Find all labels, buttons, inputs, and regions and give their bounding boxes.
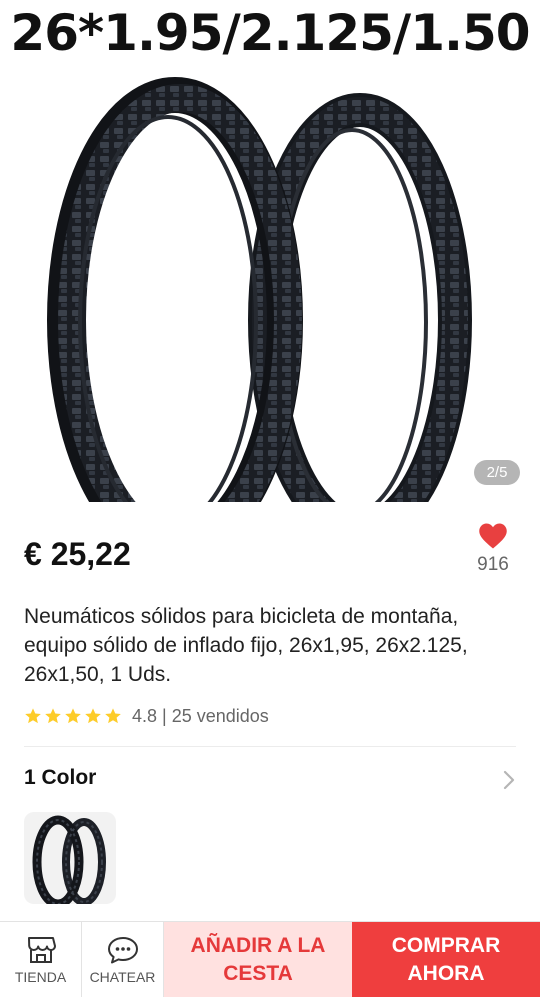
bottom-action-bar: TIENDA CHATEAR AÑADIR A LA CESTA COMPRAR… — [0, 921, 540, 997]
star-icon — [45, 708, 61, 724]
store-label: TIENDA — [14, 968, 67, 985]
store-button[interactable]: TIENDA — [0, 922, 82, 997]
rating-and-sales: 4.8 | 25 vendidos — [132, 705, 269, 726]
chat-label: CHATEAR — [89, 968, 156, 985]
chat-button[interactable]: CHATEAR — [82, 922, 164, 997]
product-price: € 25,22 — [24, 536, 131, 572]
color-variant-thumbnail[interactable] — [24, 812, 116, 904]
rating-stars — [24, 707, 122, 725]
add-to-cart-button[interactable]: AÑADIR A LA CESTA — [164, 922, 352, 997]
image-caption: 26*1.95/2.125/1.50 — [10, 4, 530, 62]
star-icon — [25, 708, 41, 724]
product-image-gallery[interactable]: 26*1.95/2.125/1.50 2/5 — [0, 0, 540, 512]
chat-bubble-icon — [107, 936, 138, 963]
tire-thumbnail-image — [32, 815, 106, 904]
store-icon — [27, 936, 56, 963]
star-icon — [105, 708, 121, 724]
rating-row[interactable]: 4.8 | 25 vendidos — [24, 703, 269, 729]
wishlist-button[interactable]: 916 — [466, 522, 520, 576]
heart-icon — [479, 523, 507, 549]
star-icon — [85, 708, 101, 724]
color-variant-label[interactable]: 1 Color — [24, 766, 96, 790]
product-photo — [0, 77, 540, 510]
buy-now-button[interactable]: COMPRAR AHORA — [352, 922, 540, 997]
divider — [24, 746, 516, 747]
star-icon — [65, 708, 81, 724]
wishlist-count: 916 — [477, 554, 509, 575]
image-page-counter: 2/5 — [474, 460, 520, 485]
product-title: Neumáticos sólidos para bicicleta de mon… — [24, 605, 468, 686]
chevron-right-icon[interactable] — [502, 770, 516, 790]
